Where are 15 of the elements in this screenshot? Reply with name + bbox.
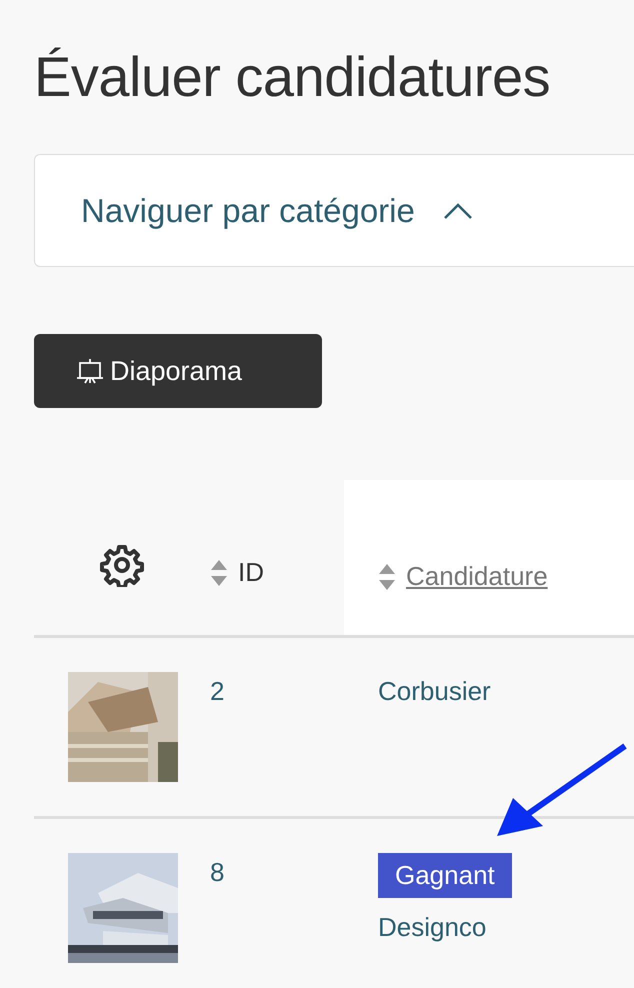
column-header[interactable]: Candidature bbox=[344, 480, 634, 635]
column-label: Candidature bbox=[406, 561, 548, 592]
page-title: Évaluer candidatures bbox=[34, 44, 552, 110]
column-label: ID bbox=[238, 557, 264, 588]
winner-badge: Gagnant bbox=[378, 853, 512, 898]
category-navigation-toggle[interactable]: Naviguer par catégorie bbox=[34, 154, 634, 267]
chevron-icon bbox=[442, 202, 473, 220]
settings-icon[interactable] bbox=[100, 542, 144, 586]
id-cell[interactable]: 8 bbox=[210, 857, 224, 887]
easel-icon bbox=[76, 357, 104, 385]
application-name-link[interactable]: Corbusier bbox=[378, 676, 491, 707]
column-header[interactable]: ID bbox=[210, 480, 344, 635]
slideshow-button[interactable]: Diaporama bbox=[34, 334, 322, 408]
application-name-link[interactable]: Designco bbox=[378, 912, 486, 943]
id-cell[interactable]: 2 bbox=[210, 676, 224, 706]
